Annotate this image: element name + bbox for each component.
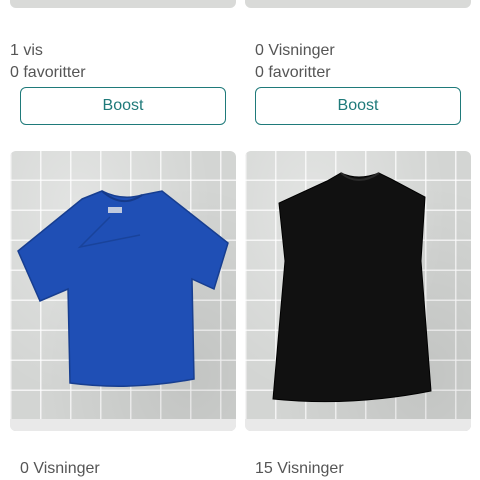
favorites-count: 0 favoritter: [10, 64, 86, 81]
boost-button[interactable]: Boost: [255, 87, 461, 125]
blue-tshirt-image: [17, 190, 229, 387]
listing-stats-1: 1 vis 0 favoritter: [10, 40, 236, 84]
listings-grid: 1 vis 0 favoritter Boost 0 Visninger 0 f…: [0, 0, 480, 480]
listing-photo-2[interactable]: [245, 0, 471, 8]
listing-photo-1[interactable]: [10, 0, 236, 8]
listing-photo-4[interactable]: [245, 151, 471, 431]
views-count: 0 Visninger: [20, 460, 100, 477]
top-shape: [272, 172, 432, 403]
views-count: 0 Visninger: [255, 42, 335, 59]
black-top-image: [272, 172, 432, 403]
views-count: 15 Visninger: [255, 460, 344, 477]
boost-button[interactable]: Boost: [20, 87, 226, 125]
views-count: 1 vis: [10, 42, 43, 59]
tshirt-shape: [17, 190, 229, 387]
listing-stats-2: 0 Visninger 0 favoritter: [245, 40, 471, 84]
photo-footer: [10, 419, 236, 431]
listing-photo-3[interactable]: [10, 151, 236, 431]
photo-footer: [245, 419, 471, 431]
favorites-count: 0 favoritter: [255, 64, 331, 81]
